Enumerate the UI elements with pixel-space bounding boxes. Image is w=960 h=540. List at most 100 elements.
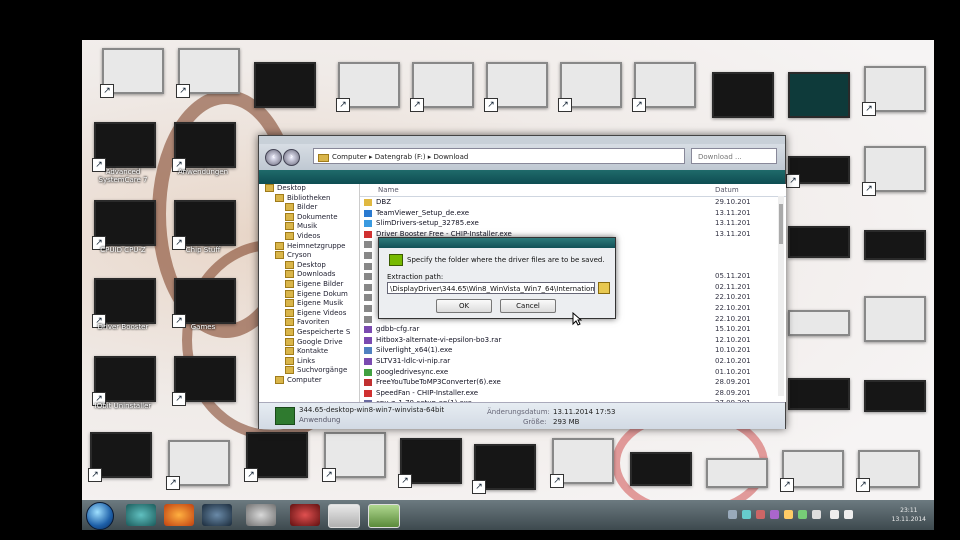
- desktop-icon-folder[interactable]: ↗: [172, 356, 236, 406]
- taskbar-advanced-systemcare-icon[interactable]: [126, 504, 156, 526]
- desktop-icon-chip-stuff[interactable]: ↗: [172, 200, 236, 250]
- nav-item[interactable]: Eigene Videos: [259, 308, 359, 319]
- breadcrumb-computer[interactable]: Computer: [332, 153, 367, 161]
- navigation-pane[interactable]: Desktop Bibliotheken Bilder Dokumente Musik V…: [259, 184, 359, 402]
- nav-item[interactable]: Computer: [259, 375, 359, 386]
- desktop-icon-bottom-10[interactable]: ↗: [780, 450, 844, 492]
- nav-item[interactable]: Dokumente: [259, 212, 359, 223]
- desktop-icon-games[interactable]: ↗: [172, 278, 236, 328]
- tray-icon[interactable]: [784, 510, 793, 519]
- file-row[interactable]: Hitbox3-alternate-vi-epsilon-bo3.rar 12.1…: [360, 335, 780, 346]
- nav-item[interactable]: Gespeicherte S: [259, 327, 359, 338]
- file-row[interactable]: gdbb-cfg.rar 15.10.201: [360, 324, 780, 335]
- taskbar-firefox-icon[interactable]: [164, 504, 194, 526]
- desktop-icon-bottom-5[interactable]: ↗: [398, 438, 462, 488]
- nav-item[interactable]: Bibliotheken: [259, 193, 359, 204]
- volume-icon[interactable]: [844, 510, 853, 519]
- extraction-dialog[interactable]: Specify the folder where the driver file…: [378, 237, 616, 319]
- tray-icon[interactable]: [742, 510, 751, 519]
- desktop-icon-bottom-9[interactable]: [706, 458, 768, 488]
- start-button[interactable]: [86, 502, 114, 530]
- tray-icon[interactable]: [798, 510, 807, 519]
- nav-item[interactable]: Links: [259, 356, 359, 367]
- tray-icon[interactable]: [728, 510, 737, 519]
- desktop-icon-right-8[interactable]: [864, 380, 926, 412]
- nav-item[interactable]: Heimnetzgruppe: [259, 241, 359, 252]
- file-row[interactable]: SlimDrivers-setup_32785.exe 13.11.201: [360, 218, 780, 229]
- taskbar-media-icon[interactable]: [246, 504, 276, 526]
- file-row[interactable]: TeamViewer_Setup_de.exe 13.11.201: [360, 208, 780, 219]
- nav-item[interactable]: Eigene Musik: [259, 299, 359, 309]
- taskbar-explorer-icon[interactable]: [328, 504, 360, 528]
- desktop-icon-right-3[interactable]: [788, 226, 850, 258]
- nav-item[interactable]: Videos: [259, 231, 359, 242]
- file-row[interactable]: DBZ 29.10.201: [360, 197, 780, 208]
- file-row[interactable]: Silverlight_x64(1).exe 10.10.201: [360, 345, 780, 356]
- tray-icon[interactable]: [756, 510, 765, 519]
- file-row[interactable]: SpeedFan - CHIP-Installer.exe 28.09.201: [360, 388, 780, 399]
- desktop-icon-bottom-7[interactable]: ↗: [550, 438, 614, 488]
- desktop-icon-top-9[interactable]: [712, 72, 774, 118]
- nav-item[interactable]: Eigene Dokum: [259, 289, 359, 300]
- desktop-icon-top-folder-2[interactable]: ↗: [632, 62, 696, 112]
- vertical-scrollbar[interactable]: [778, 196, 784, 396]
- taskbar-steam-icon[interactable]: [202, 504, 232, 526]
- desktop-icon-anwendungen[interactable]: ↗: [172, 122, 236, 172]
- nav-item[interactable]: Bilder: [259, 203, 359, 213]
- tray-icon[interactable]: [770, 510, 779, 519]
- taskbar-driver-booster-icon[interactable]: [290, 504, 320, 526]
- desktop-icon-right-1[interactable]: ↗: [786, 156, 850, 188]
- desktop-icon-right-7[interactable]: [788, 378, 850, 410]
- desktop-icon-iobit-uninstaller[interactable]: ↗: [92, 356, 156, 406]
- forward-button[interactable]: ›: [283, 149, 300, 166]
- desktop-icon-bottom-11[interactable]: ↗: [856, 450, 920, 492]
- nav-item[interactable]: Musik: [259, 222, 359, 232]
- address-bar[interactable]: Computer ▸ Datengrab (F:) ▸ Download: [313, 148, 685, 164]
- desktop-icon-bottom-2[interactable]: ↗: [166, 440, 230, 490]
- desktop-icon-top-3[interactable]: [254, 62, 316, 108]
- file-row[interactable]: SLTV31-ldlc-vi-nip.rar 02.10.201: [360, 356, 780, 367]
- cancel-button[interactable]: Cancel: [500, 299, 556, 313]
- desktop-icon-top-11[interactable]: ↗: [862, 66, 926, 116]
- nav-item[interactable]: Favoriten: [259, 318, 359, 328]
- desktop-icon-right-5[interactable]: [788, 310, 850, 336]
- file-row[interactable]: googledrivesync.exe 01.10.201: [360, 367, 780, 378]
- desktop-icon-bottom-1[interactable]: ↗: [88, 432, 152, 482]
- desktop-icon-top-5[interactable]: ↗: [410, 62, 474, 112]
- desktop-icon-driver-booster[interactable]: ↗: [92, 278, 156, 328]
- desktop-icon-cpu-z[interactable]: ↗: [92, 200, 156, 250]
- nav-item[interactable]: Eigene Bilder: [259, 279, 359, 290]
- desktop-icon-top-10[interactable]: [788, 72, 850, 118]
- nav-item[interactable]: Desktop: [259, 184, 359, 194]
- breadcrumb-drive[interactable]: Datengrab (F:): [375, 153, 426, 161]
- desktop-icon-bottom-6[interactable]: ↗: [472, 444, 536, 494]
- ok-button[interactable]: OK: [436, 299, 492, 313]
- desktop-icon-bottom-pdf[interactable]: ↗: [322, 432, 386, 482]
- nav-item[interactable]: Downloads: [259, 270, 359, 280]
- explorer-titlebar[interactable]: [259, 136, 785, 144]
- file-row[interactable]: FreeYouTubeToMP3Converter(6).exe 28.09.20…: [360, 377, 780, 388]
- browse-folder-button[interactable]: [598, 282, 610, 294]
- desktop-icon-advanced-systemcare[interactable]: ↗: [92, 122, 156, 172]
- back-button[interactable]: ‹: [265, 149, 282, 166]
- nav-item[interactable]: Suchvorgänge: [259, 366, 359, 376]
- breadcrumb-download[interactable]: Download: [434, 153, 469, 161]
- nav-item[interactable]: Desktop: [259, 260, 359, 271]
- nav-item[interactable]: Kontakte: [259, 347, 359, 357]
- desktop-icon-right-6[interactable]: [864, 296, 926, 342]
- desktop-icon-top-folder[interactable]: ↗: [558, 62, 622, 112]
- desktop-icon-bottom-8[interactable]: [630, 452, 692, 486]
- scrollbar-thumb[interactable]: [779, 204, 783, 244]
- dialog-titlebar[interactable]: [379, 238, 615, 248]
- desktop-icon-right-2[interactable]: ↗: [862, 146, 926, 196]
- desktop-icon-top-4[interactable]: ↗: [336, 62, 400, 112]
- nav-item[interactable]: Google Drive: [259, 337, 359, 348]
- desktop-icon-top-1[interactable]: ↗: [100, 48, 164, 98]
- clock[interactable]: 23:11 13.11.2014: [892, 506, 926, 524]
- taskbar-nvidia-icon[interactable]: [368, 504, 400, 528]
- column-header-name[interactable]: Name: [378, 184, 399, 196]
- network-icon[interactable]: [830, 510, 839, 519]
- desktop-icon-teamviewer[interactable]: ↗: [176, 48, 240, 98]
- desktop-icon-top-6[interactable]: ↗: [484, 62, 548, 112]
- nav-item[interactable]: Cryson: [259, 251, 359, 261]
